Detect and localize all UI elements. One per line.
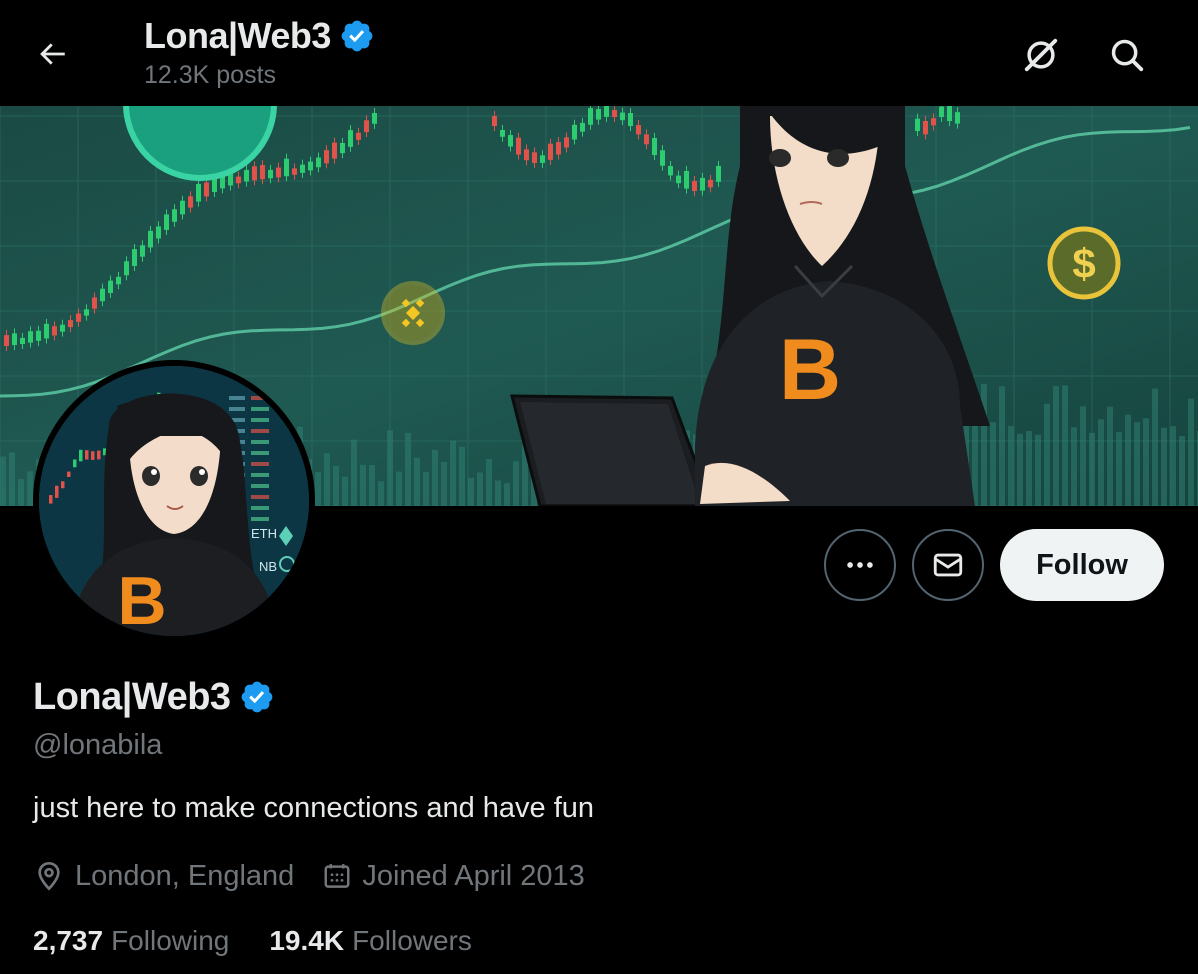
profile-display-name: Lona|Web3 — [33, 674, 275, 720]
arrow-left-icon — [40, 43, 65, 65]
envelope-icon — [933, 553, 963, 577]
verified-badge-icon — [341, 20, 373, 52]
verified-badge-icon[interactable] — [239, 679, 275, 715]
following-link[interactable]: 2,737 Following — [33, 923, 229, 959]
back-button[interactable] — [28, 30, 76, 78]
profile-stats: 2,737 Following 19.4K Followers — [33, 923, 512, 959]
search-icon — [1111, 39, 1144, 72]
message-button[interactable] — [912, 529, 984, 601]
avatar-image: ETH NB B — [39, 366, 309, 636]
following-count: 2,737 — [33, 925, 104, 956]
avatar-hoodie-bitcoin-logo: B — [117, 563, 166, 636]
top-navigation-bar: Lona|Web3 12.3K posts — [0, 0, 1198, 106]
header-posts-count: 12.3K posts — [144, 61, 277, 89]
followers-count: 19.4K — [269, 925, 345, 956]
hoodie-bitcoin-logo: B — [779, 322, 841, 418]
profile-avatar[interactable]: ETH NB B — [33, 360, 315, 642]
header-display-name: Lona|Web3 — [144, 14, 375, 58]
profile-joined: Joined April 2013 — [322, 858, 585, 894]
calendar-icon — [324, 864, 350, 888]
followers-link[interactable]: 19.4K Followers — [269, 923, 472, 959]
profile-location: London, England — [33, 858, 294, 894]
header-title-block: Lona|Web3 12.3K posts — [144, 14, 375, 90]
avatar-ticker-nb: NB — [259, 559, 277, 574]
profile-location-text: London, England — [75, 860, 295, 892]
dollar-coin-icon: $ — [1047, 226, 1121, 300]
avatar-ticker-eth: ETH — [251, 526, 277, 541]
profile-bio: just here to make connections and have f… — [33, 792, 595, 824]
profile-display-name-text: Lona|Web3 — [33, 676, 231, 718]
more-icon — [847, 562, 873, 568]
grok-button[interactable] — [1016, 30, 1066, 80]
more-options-button[interactable] — [824, 529, 896, 601]
profile-joined-text: Joined April 2013 — [362, 860, 585, 892]
search-button[interactable] — [1102, 30, 1152, 80]
dollar-coin-symbol: $ — [1072, 240, 1095, 287]
profile-handle: @lonabila — [33, 729, 163, 761]
location-pin-icon — [38, 861, 60, 891]
header-display-name-text: Lona|Web3 — [144, 15, 331, 56]
profile-meta: London, England Joined April 2013 — [33, 858, 613, 894]
following-label: Following — [111, 925, 230, 956]
followers-label: Followers — [352, 925, 472, 956]
follow-button[interactable]: Follow — [1000, 529, 1164, 601]
bnb-coin-icon — [381, 281, 445, 345]
grok-icon — [1024, 38, 1058, 72]
